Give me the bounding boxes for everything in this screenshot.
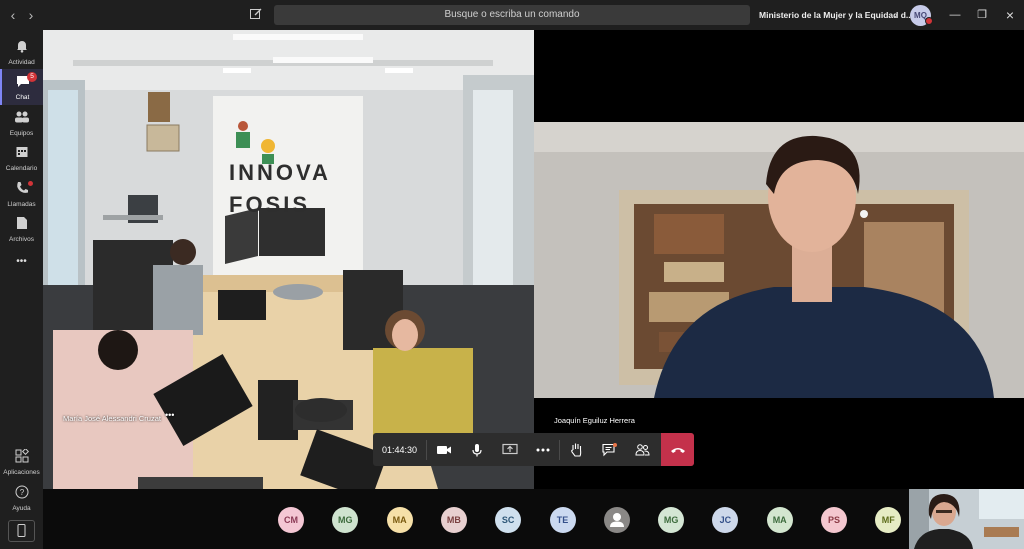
- person-icon: [609, 513, 624, 527]
- rail-label: Ayuda: [12, 505, 31, 512]
- hang-up-icon: [670, 447, 685, 453]
- participant-strip: CM MG MA MB SC TE MG JC MA PS MF: [43, 489, 1024, 549]
- participant-avatar-generic[interactable]: [603, 507, 630, 533]
- camera-toggle-button[interactable]: [427, 433, 460, 466]
- hang-up-button[interactable]: [661, 433, 694, 466]
- participant-avatar[interactable]: MB: [440, 507, 467, 533]
- tile-more-button[interactable]: •••: [165, 410, 174, 420]
- participant-avatar[interactable]: MF: [875, 507, 902, 533]
- rail-item-aplicaciones[interactable]: Aplicaciones: [0, 444, 43, 480]
- close-icon[interactable]: ×: [995, 0, 1024, 30]
- device-settings-button[interactable]: [8, 520, 35, 542]
- rail-item-ayuda[interactable]: ? Ayuda: [0, 480, 43, 516]
- rail-label: Aplicaciones: [3, 469, 40, 476]
- calendar-icon: [16, 147, 27, 157]
- rail-item-actividad[interactable]: Actividad: [0, 34, 43, 70]
- forward-arrow-icon[interactable]: ›: [21, 0, 41, 30]
- more-apps-button[interactable]: •••: [0, 252, 43, 288]
- rail-label: Actividad: [8, 59, 35, 66]
- show-participants-button[interactable]: [626, 433, 659, 466]
- participant-avatar[interactable]: MA: [386, 507, 413, 533]
- innova-illustration: [225, 121, 325, 264]
- share-screen-button[interactable]: [493, 433, 526, 466]
- rail-label: Llamadas: [7, 201, 36, 208]
- participant-name-right: Joaquín Eguiluz Herrera: [554, 416, 635, 425]
- innova-fosis-banner: INNOVA FOSIS: [213, 96, 363, 286]
- rail-label: Chat: [15, 94, 30, 101]
- app-bar: Actividad 5 Chat Equipos Calendario Llam…: [0, 30, 43, 549]
- bell-icon: [16, 41, 27, 53]
- rail-item-calendario[interactable]: Calendario: [0, 140, 43, 176]
- search-input[interactable]: Busque o escriba un comando: [274, 5, 750, 25]
- presence-busy-icon: [925, 17, 933, 25]
- apps-icon: [15, 447, 29, 463]
- call-timer: 01:44:30: [381, 444, 418, 455]
- rail-label: Calendario: [5, 165, 38, 172]
- rail-item-chat[interactable]: 5 Chat: [0, 69, 43, 105]
- share-screen-icon: [501, 443, 518, 455]
- svg-text:?: ?: [19, 488, 24, 497]
- teams-app: ‹ › Busque o escriba un comando Minister…: [0, 0, 1024, 549]
- missed-call-dot: [28, 181, 33, 186]
- video-tile-room[interactable]: INNOVA FOSIS María José Alessandri Cruza…: [43, 30, 534, 489]
- participant-avatar[interactable]: SC: [495, 507, 522, 533]
- chat-bubble-icon: [602, 442, 617, 456]
- remote-person-image: [534, 122, 1024, 398]
- file-icon: [16, 217, 27, 229]
- phone-icon: [16, 182, 28, 193]
- rail-item-llamadas[interactable]: Llamadas: [0, 176, 43, 212]
- minimize-icon[interactable]: —: [940, 0, 970, 30]
- rail-label: Archivos: [9, 236, 34, 243]
- call-controls: 01:44:30: [373, 433, 694, 466]
- camera-icon: [436, 445, 451, 454]
- banner-line-2: FOSIS: [229, 192, 311, 217]
- hand-icon: [571, 443, 582, 457]
- rail-label: Equipos: [9, 130, 34, 137]
- rail-item-archivos[interactable]: Archivos: [0, 211, 43, 247]
- more-icon: [536, 448, 549, 451]
- video-tile-remote[interactable]: Joaquín Eguiluz Herrera: [534, 30, 1024, 489]
- unread-badge: 5: [27, 72, 37, 82]
- participant-name-left: María José Alessandri Cruzat: [63, 414, 161, 423]
- participant-avatar[interactable]: MA: [766, 507, 793, 533]
- participant-avatar[interactable]: JC: [712, 507, 739, 533]
- org-switcher[interactable]: Ministerio de la Mujer y la Equidad d...: [759, 0, 913, 30]
- show-conversation-button[interactable]: [593, 433, 626, 466]
- banner-line-1: INNOVA: [229, 160, 331, 185]
- restore-icon[interactable]: ❐: [967, 0, 997, 30]
- participant-avatar[interactable]: MG: [658, 507, 685, 533]
- compose-icon[interactable]: [249, 7, 263, 21]
- participant-avatar[interactable]: MG: [332, 507, 359, 533]
- participant-avatar[interactable]: CM: [278, 507, 304, 533]
- participant-avatar[interactable]: TE: [549, 507, 576, 533]
- self-video-image: [909, 489, 1024, 549]
- chevron-down-icon[interactable]: ⌄: [892, 0, 899, 30]
- remote-video-feed: [534, 122, 1024, 398]
- self-video-preview[interactable]: [909, 489, 1024, 549]
- more-actions-button[interactable]: [526, 433, 559, 466]
- back-arrow-icon[interactable]: ‹: [3, 0, 23, 30]
- rail-item-equipos[interactable]: Equipos: [0, 105, 43, 141]
- title-bar: ‹ › Busque o escriba un comando Minister…: [0, 0, 1024, 30]
- raise-hand-button[interactable]: [560, 433, 593, 466]
- mic-toggle-button[interactable]: [460, 433, 493, 466]
- participants-icon: [635, 443, 650, 455]
- participant-avatar[interactable]: PS: [821, 507, 847, 533]
- mobile-icon: [17, 524, 26, 537]
- microphone-icon: [471, 443, 482, 456]
- help-icon: ?: [15, 485, 28, 499]
- teams-icon: [14, 111, 29, 123]
